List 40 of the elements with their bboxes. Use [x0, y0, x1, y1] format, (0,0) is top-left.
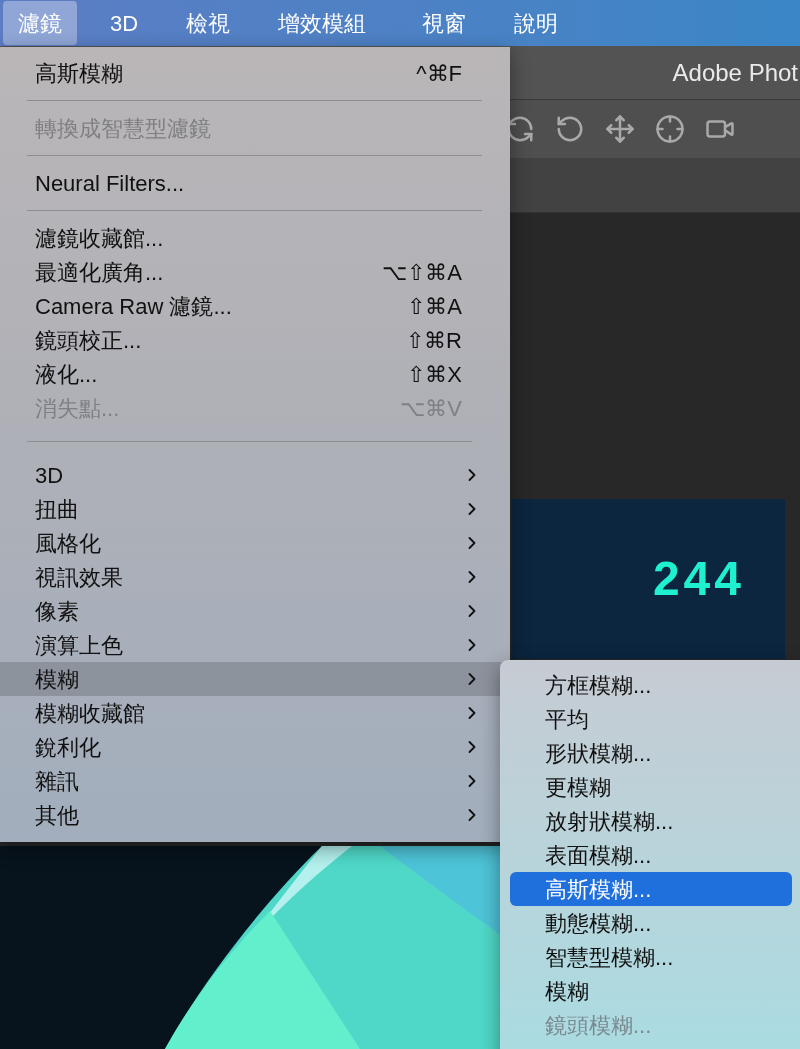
menubar-item[interactable]: 檢視 — [171, 1, 246, 45]
shortcut-label: ⇧⌘A — [407, 292, 463, 321]
menu-item[interactable]: 放射狀模糊... — [510, 804, 792, 838]
menu-item[interactable]: 方框模糊... — [510, 668, 792, 702]
menu-item[interactable]: 動態模糊... — [510, 906, 792, 940]
window-title: Adobe Phot — [672, 57, 798, 88]
menu-item[interactable]: Neural Filters... — [0, 166, 510, 200]
menubar-item[interactable]: 3D — [95, 1, 154, 45]
menu-item[interactable]: 智慧型模糊... — [510, 940, 792, 974]
menu-item[interactable]: 模糊 — [510, 974, 792, 1008]
menubar-item[interactable]: 說明 — [499, 1, 574, 45]
menu-item[interactable]: Camera Raw 濾鏡... ⇧⌘A — [0, 289, 510, 323]
menu-item[interactable]: 形狀模糊... — [510, 736, 792, 770]
menu-item[interactable]: 模糊收藏館 — [0, 696, 510, 730]
menu-item[interactable]: 更模糊 — [510, 770, 792, 804]
menu-item[interactable]: 銳利化 — [0, 730, 510, 764]
panel-value: 244 — [652, 551, 745, 607]
menu-item[interactable]: 風格化 — [0, 526, 510, 560]
menubar-item[interactable]: 增效模組 — [263, 1, 382, 45]
shortcut-label: ⇧⌘X — [407, 360, 463, 389]
menubar-item[interactable]: 視窗 — [407, 1, 482, 45]
menu-item[interactable]: 演算上色 — [0, 628, 510, 662]
shortcut-label: ⌥⇧⌘A — [382, 258, 463, 287]
menu-item[interactable]: 平均 — [510, 702, 792, 736]
menu-item[interactable]: 3D — [0, 458, 510, 492]
menu-item[interactable]: 鏡頭校正... ⇧⌘R — [0, 323, 510, 357]
shortcut-label: ⇧⌘R — [406, 326, 463, 355]
menu-item[interactable]: 高斯模糊... — [510, 872, 792, 906]
menu-item[interactable]: 其他 — [0, 798, 510, 832]
menu-item[interactable]: 雜訊 — [0, 764, 510, 798]
menu-item[interactable]: 濾鏡收藏館... — [0, 221, 510, 255]
rotate-icon[interactable] — [555, 114, 585, 144]
menu-item[interactable]: 扭曲 — [0, 492, 510, 526]
menu-item[interactable]: 像素 — [0, 594, 510, 628]
menu-item[interactable]: 視訊效果 — [0, 560, 510, 594]
shortcut-label: ^⌘F — [416, 59, 463, 88]
menu-item[interactable]: 液化... ⇧⌘X — [0, 357, 510, 391]
menu-item[interactable]: 表面模糊... — [510, 838, 792, 872]
menu-item[interactable]: 高斯模糊 ^⌘F — [0, 56, 510, 90]
menu-item[interactable]: 最適化廣角... ⌥⇧⌘A — [0, 255, 510, 289]
